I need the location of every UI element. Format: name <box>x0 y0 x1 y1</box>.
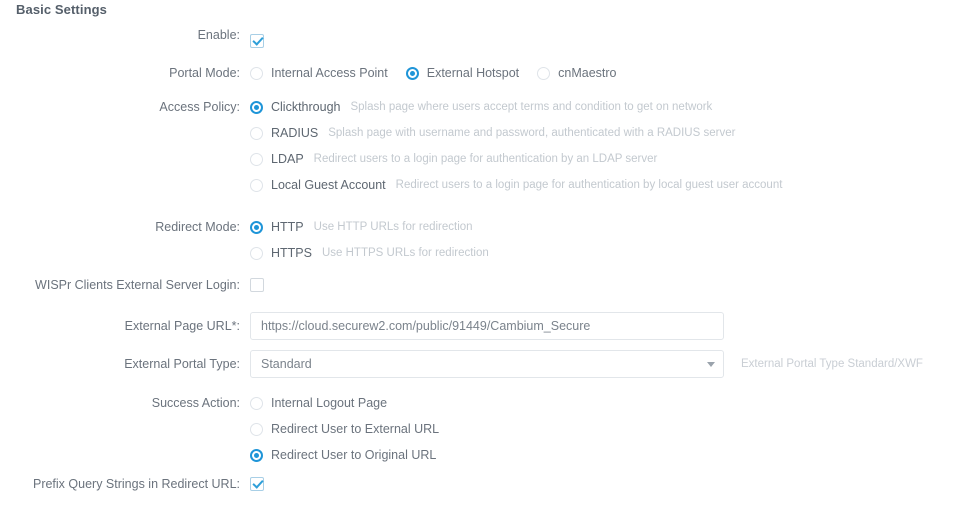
portal-mode-option-external-hotspot[interactable]: External Hotspot <box>405 66 520 80</box>
access-policy-option-description: Redirect users to a login page for authe… <box>313 153 658 165</box>
radio-icon <box>537 66 551 80</box>
enable-control <box>250 26 975 56</box>
radio-icon <box>250 178 263 192</box>
success-action-option-label: Redirect User to External URL <box>271 422 440 436</box>
radio-icon <box>405 66 419 80</box>
row-access-policy: Access Policy: Clickthrough Splash page … <box>0 94 975 198</box>
success-action-option-label: Internal Logout Page <box>271 396 388 410</box>
access-policy-option-radius[interactable]: RADIUS Splash page with username and pas… <box>250 120 975 146</box>
prefix-query-strings-control <box>250 470 975 498</box>
access-policy-option-label: Clickthrough <box>271 100 341 114</box>
row-success-action: Success Action: Internal Logout Page Red… <box>0 390 975 468</box>
row-external-page-url: External Page URL*: <box>0 306 975 346</box>
redirect-mode-label: Redirect Mode: <box>155 220 240 234</box>
radio-icon <box>250 100 263 114</box>
row-wispr-clients-external-server-login: WISPr Clients External Server Login: <box>0 270 975 300</box>
prefix-query-strings-label: Prefix Query Strings in Redirect URL: <box>32 477 240 491</box>
access-policy-option-local-guest-account[interactable]: Local Guest Account Redirect users to a … <box>250 172 975 198</box>
access-policy-option-description: Splash page with username and password, … <box>328 127 736 139</box>
radio-icon <box>250 152 263 166</box>
success-action-option-internal-logout-page[interactable]: Internal Logout Page <box>250 390 975 416</box>
radio-icon <box>250 246 263 260</box>
redirect-mode-option-label: HTTP <box>271 220 304 234</box>
enable-label: Enable: <box>197 28 240 42</box>
portal-mode-option-label: cnMaestro <box>558 66 617 80</box>
page-title: Basic Settings <box>16 2 107 17</box>
portal-mode-option-cnmaestro[interactable]: cnMaestro <box>537 66 617 80</box>
portal-mode-control: Internal Access Point External Hotspot c… <box>250 56 975 90</box>
external-page-url-input[interactable] <box>250 312 724 340</box>
external-portal-type-hint: External Portal Type Standard/XWF <box>741 358 923 370</box>
prefix-query-strings-checkbox[interactable] <box>250 477 264 491</box>
portal-mode-option-label: External Hotspot <box>426 66 520 80</box>
external-page-url-label: External Page URL*: <box>124 319 240 333</box>
radio-icon <box>250 126 263 140</box>
wispr-login-control <box>250 270 975 300</box>
row-portal-mode: Portal Mode: Internal Access Point Exter… <box>0 56 975 90</box>
row-redirect-mode: Redirect Mode: HTTP Use HTTP URLs for re… <box>0 214 975 266</box>
success-action-option-redirect-external-url[interactable]: Redirect User to External URL <box>250 416 975 442</box>
access-policy-control: Clickthrough Splash page where users acc… <box>250 94 975 198</box>
success-action-option-redirect-original-url[interactable]: Redirect User to Original URL <box>250 442 975 468</box>
redirect-mode-option-https[interactable]: HTTPS Use HTTPS URLs for redirection <box>250 240 975 266</box>
access-policy-option-label: RADIUS <box>271 126 319 140</box>
basic-settings-page: Basic Settings Enable: Portal Mode: Inte… <box>0 0 975 516</box>
access-policy-option-label: Local Guest Account <box>271 178 386 192</box>
access-policy-label: Access Policy: <box>159 100 240 114</box>
access-policy-option-description: Splash page where users accept terms and… <box>350 101 713 113</box>
access-policy-option-label: LDAP <box>271 152 304 166</box>
external-portal-type-control: Standard XWF External Portal Type Standa… <box>250 346 975 382</box>
row-enable: Enable: <box>0 26 975 56</box>
wispr-login-checkbox[interactable] <box>250 278 264 292</box>
redirect-mode-option-description: Use HTTP URLs for redirection <box>313 221 473 233</box>
row-prefix-query-strings: Prefix Query Strings in Redirect URL: <box>0 470 975 498</box>
radio-icon <box>250 422 263 436</box>
redirect-mode-control: HTTP Use HTTP URLs for redirection HTTPS… <box>250 214 975 266</box>
access-policy-option-description: Redirect users to a login page for authe… <box>395 179 783 191</box>
basic-settings-form: Enable: Portal Mode: Internal Access Poi… <box>0 26 975 498</box>
enable-checkbox[interactable] <box>250 34 264 48</box>
success-action-label: Success Action: <box>151 396 240 410</box>
success-action-control: Internal Logout Page Redirect User to Ex… <box>250 390 975 468</box>
radio-icon <box>250 220 263 234</box>
portal-mode-option-internal-access-point[interactable]: Internal Access Point <box>250 66 388 80</box>
external-portal-type-select[interactable]: Standard XWF <box>250 350 724 378</box>
external-portal-type-label: External Portal Type: <box>124 357 240 371</box>
portal-mode-label: Portal Mode: <box>169 66 240 80</box>
access-policy-option-ldap[interactable]: LDAP Redirect users to a login page for … <box>250 146 975 172</box>
access-policy-option-clickthrough[interactable]: Clickthrough Splash page where users acc… <box>250 94 975 120</box>
redirect-mode-option-description: Use HTTPS URLs for redirection <box>321 247 489 259</box>
radio-icon <box>250 396 263 410</box>
radio-icon <box>250 66 263 80</box>
portal-mode-option-label: Internal Access Point <box>271 66 388 80</box>
external-page-url-control <box>250 306 975 346</box>
row-external-portal-type: External Portal Type: Standard XWF Exter… <box>0 346 975 382</box>
success-action-option-label: Redirect User to Original URL <box>271 448 437 462</box>
external-portal-type-select-wrapper: Standard XWF <box>250 350 724 378</box>
wispr-login-label: WISPr Clients External Server Login: <box>35 278 240 292</box>
redirect-mode-option-http[interactable]: HTTP Use HTTP URLs for redirection <box>250 214 975 240</box>
radio-icon <box>250 448 263 462</box>
redirect-mode-option-label: HTTPS <box>271 246 312 260</box>
